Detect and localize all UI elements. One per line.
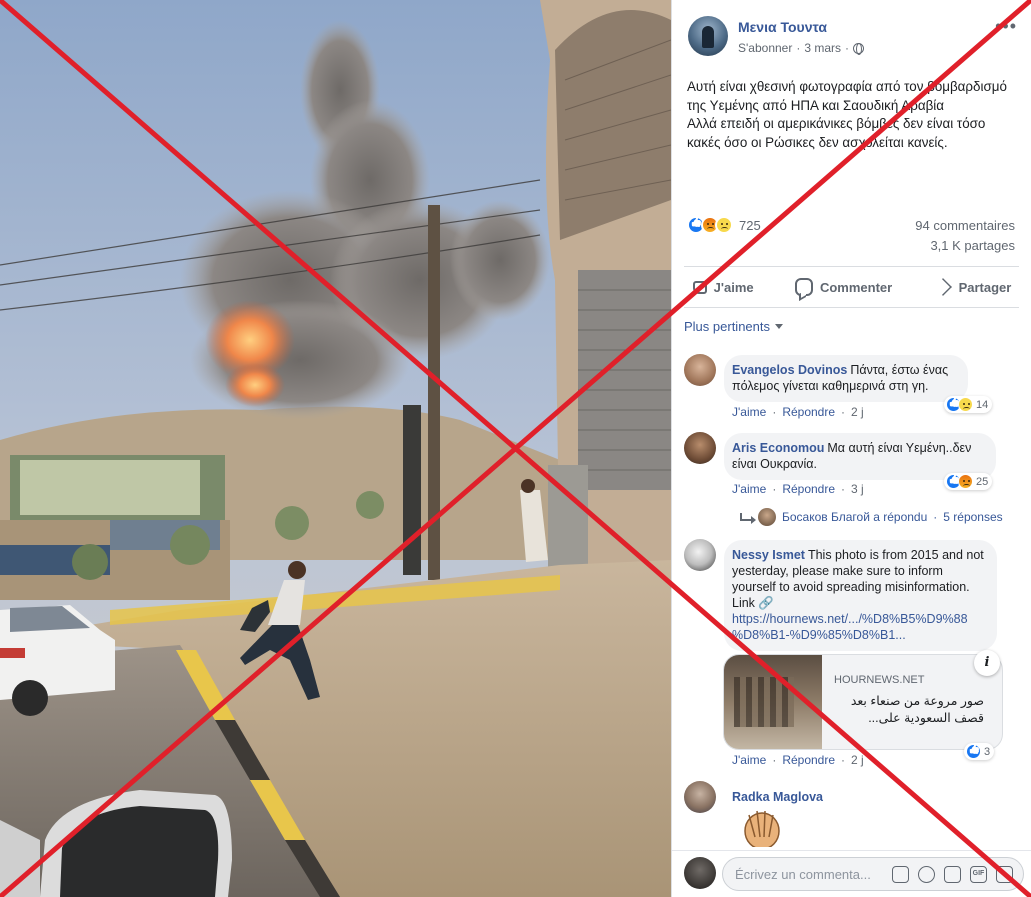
shares-count[interactable]: 3,1 K partages	[930, 238, 1015, 253]
like-reaction-icon	[966, 744, 981, 759]
comment-reactions[interactable]: 25	[944, 473, 993, 490]
comment-actions: J'aime · Répondre · 2 j	[732, 405, 864, 419]
comment-reactions[interactable]: 3	[964, 743, 995, 760]
comment-reply-link[interactable]: Répondre	[782, 753, 835, 767]
comment-time[interactable]: 2 j	[851, 405, 864, 419]
angry-reaction-icon	[958, 474, 973, 489]
comment-input[interactable]: Écrivez un commenta...	[735, 867, 871, 882]
link-preview-thumbnail	[724, 655, 822, 749]
commenter-name[interactable]: Nessy Ismet	[732, 548, 805, 562]
more-options-icon[interactable]: •••	[995, 16, 1017, 37]
author-name[interactable]: Μενια Τουντα	[738, 19, 827, 35]
share-arrow-icon	[933, 278, 952, 296]
thumbs-up-icon	[692, 280, 707, 294]
link-preview-card[interactable]: HOURNEWS.NET صور مروعة من صنعاء بعد قصف …	[723, 654, 1003, 750]
comment-time[interactable]: 2 j	[851, 753, 864, 767]
separator: ·	[772, 405, 777, 419]
meta-separator: ·	[845, 41, 850, 55]
sad-reaction-icon	[958, 397, 973, 412]
comment-actions: J'aime · Répondre · 2 j	[732, 753, 864, 767]
separator: ·	[772, 482, 777, 496]
info-icon[interactable]: i	[974, 650, 1000, 676]
post-actions: J'aime Commenter Partager	[672, 271, 1031, 303]
view-replies-link[interactable]: Босаков Благой a répondu · 5 réponses	[740, 508, 1003, 526]
comment-sort-dropdown[interactable]: Plus pertinents	[684, 319, 783, 334]
comment-button-label: Commenter	[819, 279, 893, 295]
post-meta: S'abonner · 3 mars ·	[738, 41, 865, 55]
globe-icon	[853, 42, 865, 55]
post-text: Αυτή είναι χθεσινή φωτογραφία από τον βο…	[687, 78, 1022, 152]
follow-link[interactable]: S'abonner	[738, 41, 792, 55]
reply-count: 5 réponses	[943, 510, 1003, 524]
comment-button[interactable]: Commenter	[794, 278, 893, 296]
replier-avatar	[758, 508, 776, 526]
comment-time[interactable]: 3 j	[851, 482, 864, 496]
comment-like-link[interactable]: J'aime	[732, 482, 766, 496]
post-text-line: Αυτή είναι χθεσινή φωτογραφία από τον βο…	[687, 79, 1007, 113]
meta-separator: ·	[796, 41, 801, 55]
post-date[interactable]: 3 mars	[804, 41, 841, 55]
comment-reaction-count: 3	[984, 745, 991, 758]
sticker-face-icon[interactable]	[996, 866, 1013, 883]
current-user-avatar[interactable]	[684, 857, 716, 889]
separator: ·	[841, 482, 846, 496]
share-button-label: Partager	[958, 279, 1012, 295]
emoji-icon[interactable]	[918, 866, 935, 883]
sad-reaction-icon	[715, 216, 733, 234]
comment-bubble: Nessy Ismet This photo is from 2015 and n…	[724, 540, 997, 651]
comment-reply-link[interactable]: Répondre	[782, 482, 835, 496]
like-button-label: J'aime	[713, 279, 754, 295]
comment-reaction-count: 25	[976, 475, 989, 488]
commenter-name[interactable]: Radka Maglova	[732, 790, 823, 804]
comment-like-link[interactable]: J'aime	[732, 405, 766, 419]
comments-count[interactable]: 94 commentaires	[915, 218, 1015, 233]
separator: ·	[841, 405, 846, 419]
commenter-avatar[interactable]	[684, 432, 716, 464]
commenter-avatar[interactable]	[684, 354, 716, 386]
camera-icon[interactable]	[944, 866, 961, 883]
comment-reaction-count: 14	[976, 398, 989, 411]
commenter-avatar[interactable]	[684, 539, 716, 571]
comment-reactions[interactable]: 14	[944, 396, 993, 413]
share-button[interactable]: Partager	[933, 278, 1012, 296]
commenter-name[interactable]: Aris Economou	[732, 441, 824, 455]
post-photo[interactable]	[0, 0, 671, 897]
comment-link[interactable]: https://hournews.net/.../%D8%B5%D9%88	[732, 612, 968, 626]
separator: ·	[772, 753, 777, 767]
reaction-count: 725	[739, 217, 761, 233]
reply-arrow-icon	[740, 513, 756, 524]
comment-input-box[interactable]: Écrivez un commenta... GIF	[722, 857, 1024, 891]
author-avatar[interactable]	[688, 16, 728, 56]
commenter-avatar[interactable]	[684, 781, 716, 813]
reaction-summary[interactable]: 725	[687, 216, 761, 234]
divider	[684, 307, 1019, 308]
comment-icon	[794, 278, 813, 296]
commenter-name[interactable]: Evangelos Dovinos	[732, 363, 847, 377]
divider	[684, 266, 1019, 267]
chevron-down-icon	[775, 324, 783, 329]
gif-icon[interactable]: GIF	[970, 866, 987, 883]
link-preview-title: صور مروعة من صنعاء بعد قصف السعودية علی.…	[850, 694, 984, 725]
comment-sort-label: Plus pertinents	[684, 319, 770, 334]
comment-link-continued[interactable]: %D8%B1-%D9%85%D8%B1...	[732, 628, 906, 642]
comment-actions: J'aime · Répondre · 3 j	[732, 482, 864, 496]
separator: ·	[933, 510, 938, 524]
explosion-scene-image	[0, 0, 671, 897]
facepalm-sticker	[744, 810, 780, 847]
comment-like-link[interactable]: J'aime	[732, 753, 766, 767]
link-preview-domain: HOURNEWS.NET	[834, 674, 925, 686]
post-text-line: Αλλά επειδή οι αμερικάνικες βόμβες δεν ε…	[687, 116, 986, 150]
comment-composer: Écrivez un commenta... GIF	[672, 850, 1031, 897]
sticker-icon[interactable]	[892, 866, 909, 883]
composer-icons: GIF	[892, 866, 1013, 883]
post-sidebar: Μενια Τουντα S'abonner · 3 mars · ••• Αυ…	[671, 0, 1031, 897]
comment-bubble: Evangelos Dovinos Πάντα, έστω ένας πόλεμο…	[724, 355, 968, 402]
replier-text: Босаков Благой a répondu	[782, 510, 928, 524]
like-button[interactable]: J'aime	[692, 279, 754, 295]
comment-reply-link[interactable]: Répondre	[782, 405, 835, 419]
separator: ·	[841, 753, 846, 767]
